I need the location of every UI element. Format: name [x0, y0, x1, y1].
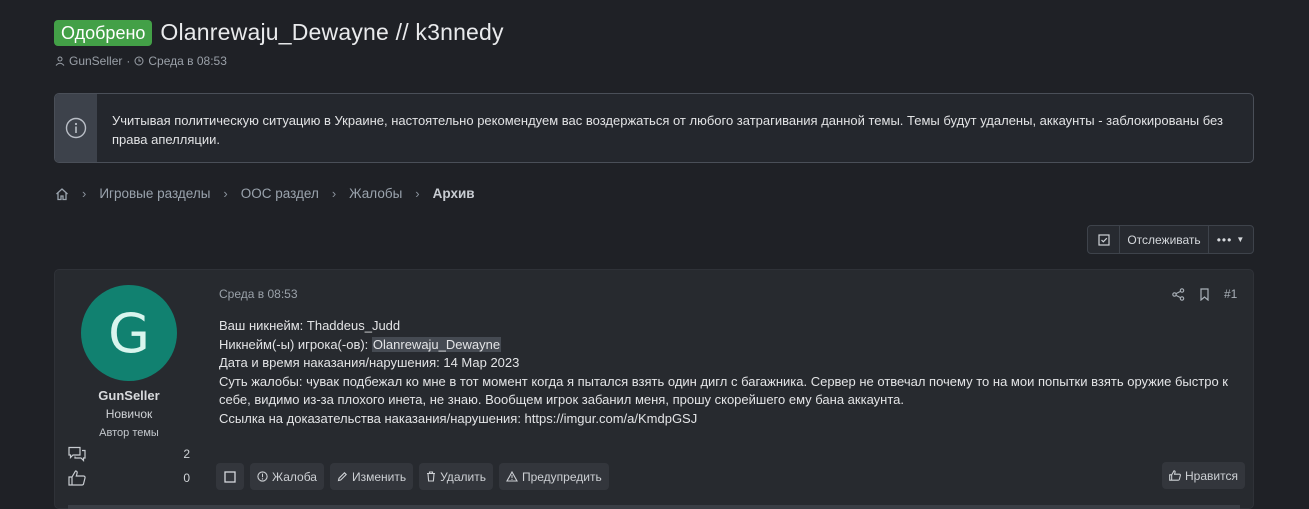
- notice-text: Учитывая политическую ситуацию в Украине…: [112, 113, 1223, 147]
- checkbox-icon: [1097, 233, 1110, 246]
- target-nickname-highlight: Olanrewaju_Dewayne: [371, 336, 502, 352]
- meta-separator: ·: [126, 54, 131, 68]
- messages-count: 2: [183, 447, 190, 461]
- breadcrumb-item-complaints[interactable]: Жалобы: [349, 186, 402, 201]
- warn-button[interactable]: Предупредить: [498, 463, 609, 490]
- thread-header: Одобрено Olanrewaju_Dewayne // k3nnedy: [54, 19, 504, 46]
- post-body: Ваш никнейм: Thaddeus_Judd Никнейм(-ы) и…: [219, 317, 1239, 428]
- select-post-button[interactable]: [216, 463, 244, 490]
- delete-label: Удалить: [440, 469, 486, 484]
- chevron-right-icon: ›: [415, 186, 420, 201]
- breadcrumb-item-archive[interactable]: Архив: [433, 186, 475, 201]
- delete-button[interactable]: Удалить: [419, 463, 493, 490]
- post-actions: Жалоба Изменить Удалить Предупредить: [216, 463, 609, 490]
- home-icon[interactable]: [55, 187, 69, 201]
- avatar[interactable]: G: [81, 285, 177, 381]
- breadcrumb: › Игровые разделы › ООС раздел › Жалобы …: [55, 186, 475, 201]
- target-label: Никнейм(-ы) игрока(-ов):: [219, 336, 372, 352]
- post-line-description: Суть жалобы: чувак подбежал ко мне в тот…: [219, 373, 1228, 408]
- messages-icon: [68, 446, 86, 462]
- post-line-datetime: Дата и время наказания/нарушения: 14 Мар…: [219, 355, 520, 370]
- thread-author-link[interactable]: GunSeller: [69, 54, 122, 68]
- like-button[interactable]: Нравится: [1162, 462, 1245, 489]
- notice-box: Учитывая политическую ситуацию в Украине…: [54, 93, 1254, 163]
- thumbs-up-icon: [1169, 470, 1181, 481]
- chevron-right-icon: ›: [82, 186, 87, 201]
- notice-icon-column: [55, 94, 97, 162]
- messages-stat: 2: [68, 446, 190, 462]
- report-label: Жалоба: [272, 469, 317, 484]
- bookmark-icon[interactable]: [1199, 287, 1210, 301]
- edit-label: Изменить: [351, 469, 407, 484]
- post-tools: #1: [1172, 287, 1237, 301]
- report-button[interactable]: Жалоба: [250, 463, 324, 490]
- breadcrumb-item-games[interactable]: Игровые разделы: [99, 186, 210, 201]
- warn-label: Предупредить: [521, 469, 602, 484]
- edit-button[interactable]: Изменить: [329, 463, 414, 490]
- user-rank: Новичок: [105, 407, 153, 421]
- thread-time-link[interactable]: Среда в 08:53: [148, 54, 227, 68]
- post-line-nickname: Ваш никнейм: Thaddeus_Judd: [219, 318, 401, 333]
- like-label: Нравится: [1185, 468, 1238, 483]
- user-icon: [55, 56, 65, 66]
- info-icon: [65, 117, 87, 139]
- select-thread-button[interactable]: [1088, 226, 1120, 253]
- warning-triangle-icon: [506, 471, 518, 482]
- post-line-evidence: Ссылка на доказательства наказания/наруш…: [219, 410, 698, 426]
- trash-icon: [427, 471, 436, 482]
- post-number-link[interactable]: #1: [1224, 287, 1237, 301]
- thumbs-up-icon: [68, 470, 86, 486]
- caret-down-icon: ▼: [1236, 235, 1246, 244]
- clock-icon: [134, 56, 144, 66]
- post-username[interactable]: GunSeller: [54, 388, 204, 403]
- thread-meta: GunSeller · Среда в 08:53: [55, 54, 227, 68]
- reactions-count: 0: [183, 471, 190, 485]
- watch-button[interactable]: Отслеживать: [1120, 226, 1209, 253]
- ellipsis-icon: •••: [1216, 232, 1233, 247]
- breadcrumb-item-ooc[interactable]: ООС раздел: [241, 186, 319, 201]
- reactions-stat: 0: [68, 470, 190, 486]
- more-options-button[interactable]: ••• ▼: [1209, 226, 1253, 253]
- chevron-right-icon: ›: [331, 186, 337, 201]
- next-post-edge: [68, 505, 1240, 509]
- author-tag: Автор темы: [99, 427, 159, 439]
- pencil-icon: [337, 472, 347, 482]
- alert-circle-icon: [257, 471, 268, 482]
- watch-button-group: Отслеживать ••• ▼: [1087, 225, 1254, 254]
- post-date-link[interactable]: Среда в 08:53: [219, 287, 298, 301]
- checkbox-icon: [224, 470, 236, 483]
- page-title: Olanrewaju_Dewayne // k3nnedy: [160, 19, 504, 45]
- status-badge[interactable]: Одобрено: [54, 19, 153, 46]
- share-icon[interactable]: [1172, 287, 1185, 301]
- post-line-target: Никнейм(-ы) игрока(-ов): Olanrewaju_Dewa…: [219, 336, 1239, 355]
- chevron-right-icon: ›: [223, 186, 228, 201]
